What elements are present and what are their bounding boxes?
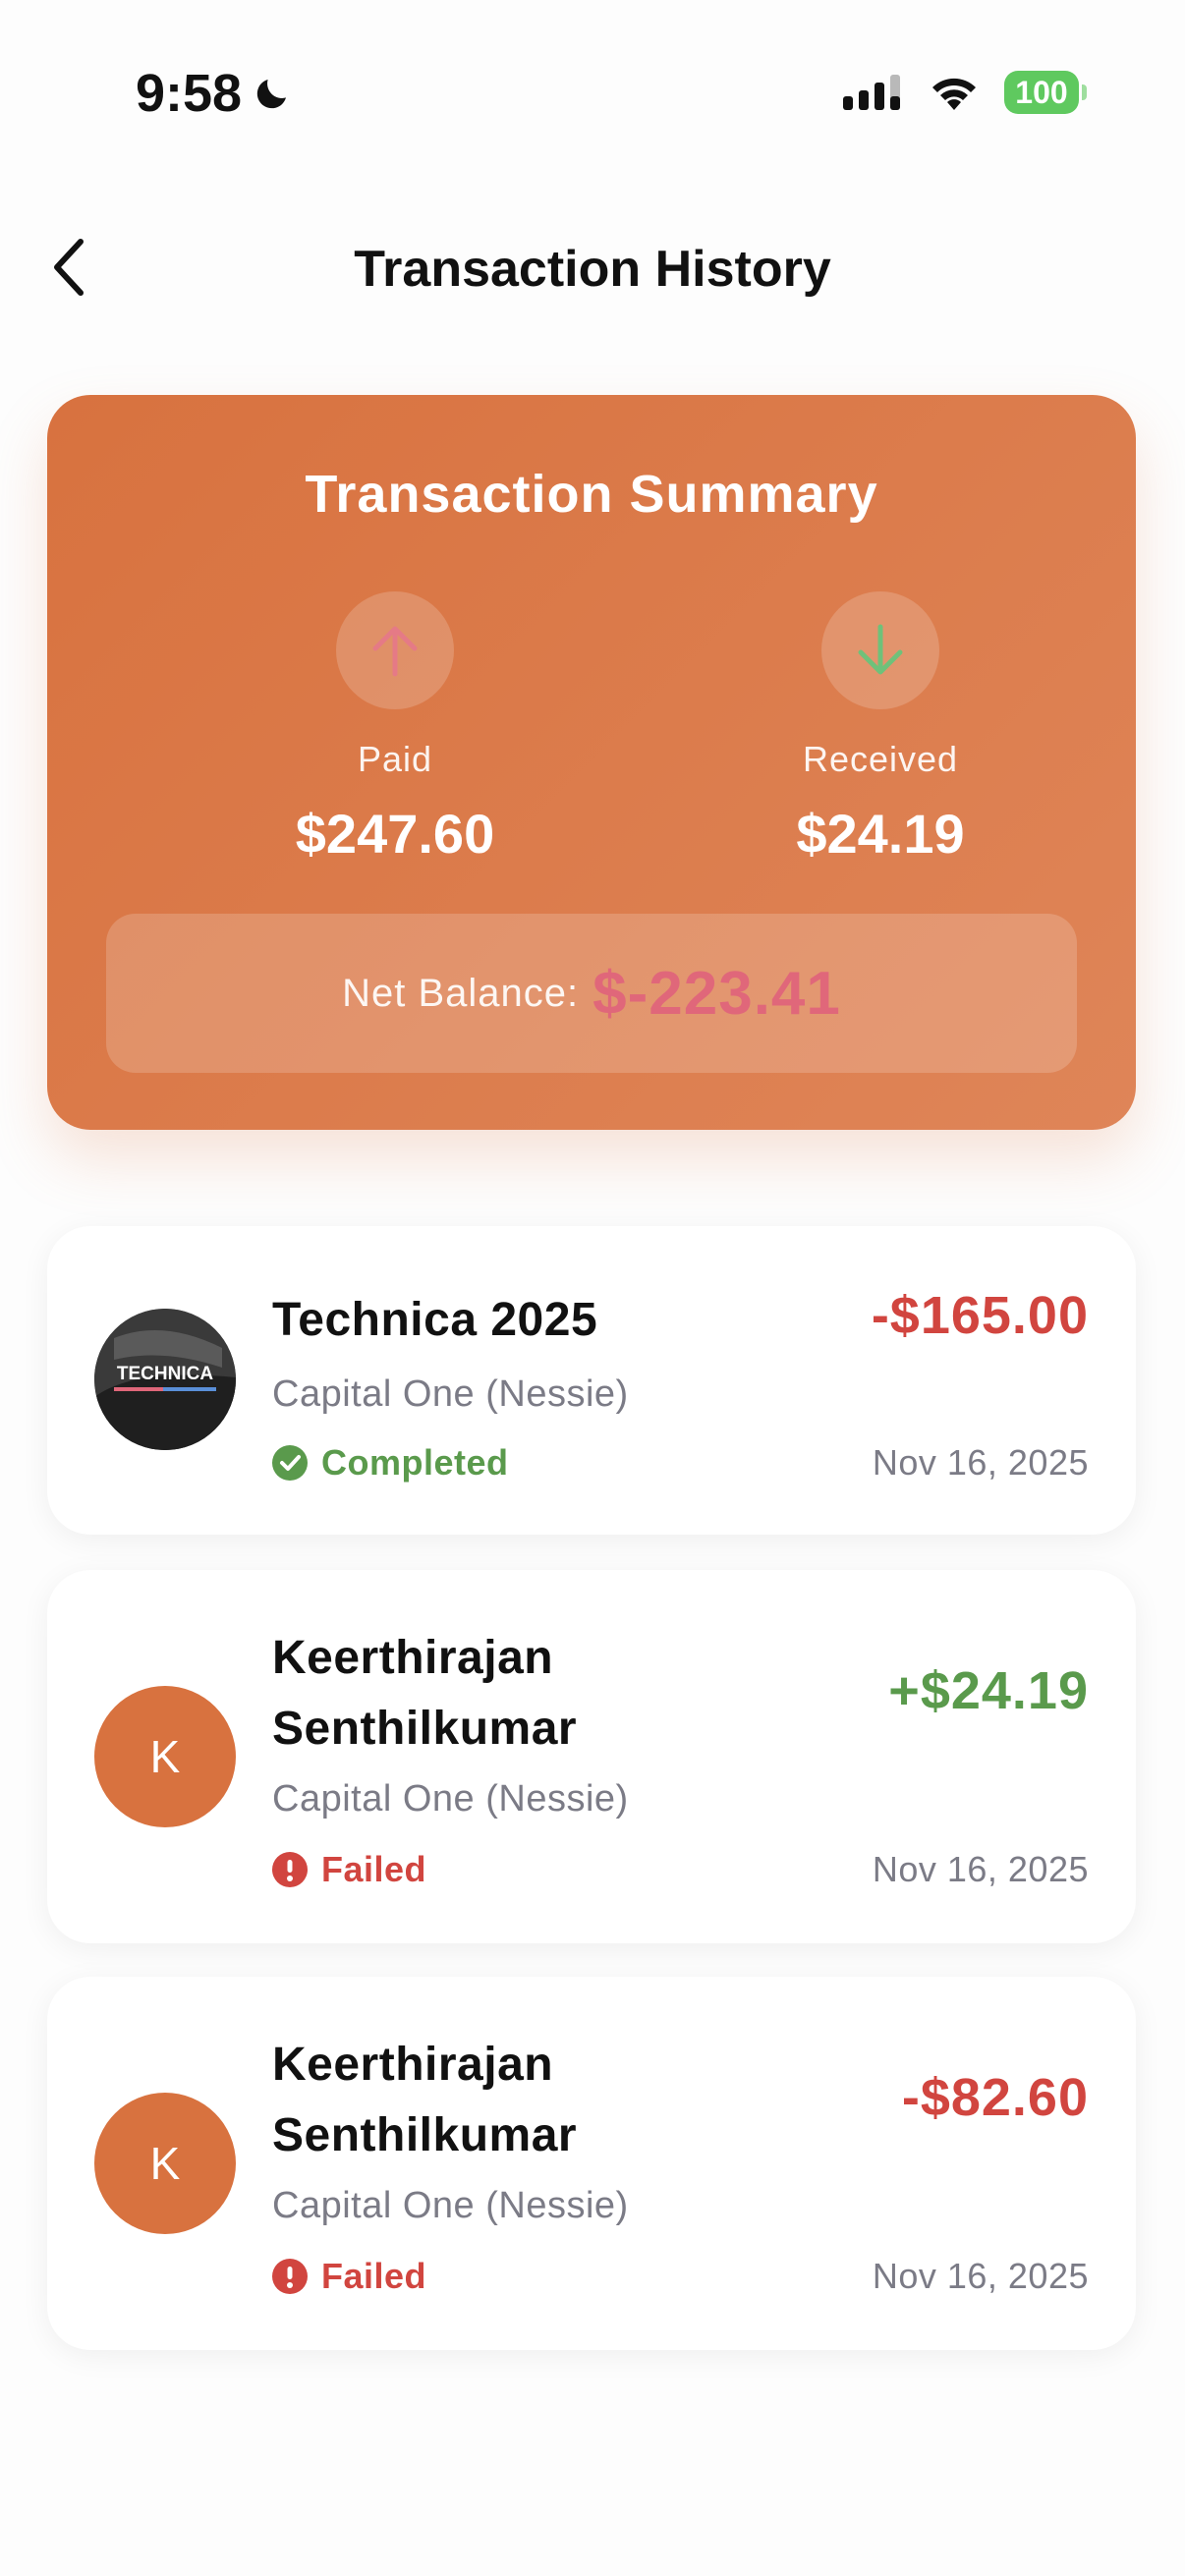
name-line-1: Keerthirajan (272, 1632, 554, 1684)
net-balance-box: Net Balance: $-223.41 (106, 914, 1077, 1073)
signal-icon (843, 75, 900, 110)
time-text: 9:58 (136, 64, 243, 123)
battery-indicator: 100 (1004, 71, 1087, 114)
status-text: Failed (321, 1849, 427, 1889)
name-line-2: Senthilkumar (272, 2109, 578, 2161)
transaction-amount: -$165.00 (871, 1286, 1089, 1345)
received-value: $24.19 (796, 803, 965, 865)
transaction-date: Nov 16, 2025 (872, 1849, 1089, 1889)
transaction-card[interactable]: K Keerthirajan Senthilkumar Capital One … (47, 1570, 1136, 1943)
status-badge: Failed (272, 2256, 426, 2297)
status-indicators: 100 (843, 71, 1087, 114)
merchant-logo: TECHNICA (94, 1309, 236, 1450)
transaction-bank: Capital One (Nessie) (272, 1373, 629, 1415)
wifi-icon (932, 78, 976, 110)
transaction-name: Technica 2025 (272, 1294, 598, 1346)
page-title: Transaction History (354, 241, 831, 298)
transaction-card[interactable]: TECHNICA Technica 2025 Capital One (Ness… (47, 1226, 1136, 1535)
status-text: Completed (321, 1442, 509, 1483)
paid-value: $247.60 (295, 803, 495, 865)
paid-label: Paid (357, 739, 433, 779)
battery-level: 100 (1015, 74, 1068, 110)
received-label: Received (802, 739, 959, 779)
paid-stat: Paid $247.60 (198, 591, 592, 866)
moon-icon (256, 80, 287, 109)
status-text: Failed (321, 2256, 427, 2296)
alert-circle-icon (272, 1852, 308, 1887)
transaction-summary-card: Transaction Summary Paid $247.60 Receive… (47, 395, 1136, 1130)
logo-text: TECHNICA (117, 1364, 213, 1384)
alert-circle-icon (272, 2259, 308, 2294)
name-line-1: Keerthirajan (272, 2039, 554, 2091)
arrow-up-icon (336, 591, 454, 709)
status-time: 9:58 (136, 63, 293, 124)
avatar: K (94, 1686, 236, 1827)
check-circle-icon (272, 1445, 308, 1481)
transaction-card[interactable]: K Keerthirajan Senthilkumar Capital One … (47, 1977, 1136, 2350)
status-badge: Completed (272, 1442, 509, 1484)
transaction-name: Keerthirajan Senthilkumar (272, 2030, 577, 2171)
technica-logo-icon: TECHNICA (94, 1309, 236, 1450)
transaction-amount: +$24.19 (888, 1661, 1089, 1720)
transaction-amount: -$82.60 (901, 2068, 1089, 2127)
net-balance-value: $-223.41 (592, 959, 841, 1028)
transaction-name: Keerthirajan Senthilkumar (272, 1623, 577, 1764)
name-line-2: Senthilkumar (272, 1703, 578, 1755)
transaction-date: Nov 16, 2025 (872, 1442, 1089, 1483)
status-bar: 9:58 100 (0, 0, 1185, 187)
transaction-bank: Capital One (Nessie) (272, 1778, 629, 1820)
status-badge: Failed (272, 1849, 426, 1890)
navigation-bar: Transaction History (0, 216, 1185, 314)
received-stat: Received $24.19 (684, 591, 1077, 866)
transaction-date: Nov 16, 2025 (872, 2256, 1089, 2296)
summary-title: Transaction Summary (305, 465, 878, 524)
net-balance-label: Net Balance: (342, 971, 580, 1015)
avatar: K (94, 2093, 236, 2234)
transaction-bank: Capital One (Nessie) (272, 2185, 629, 2226)
arrow-down-icon (821, 591, 939, 709)
